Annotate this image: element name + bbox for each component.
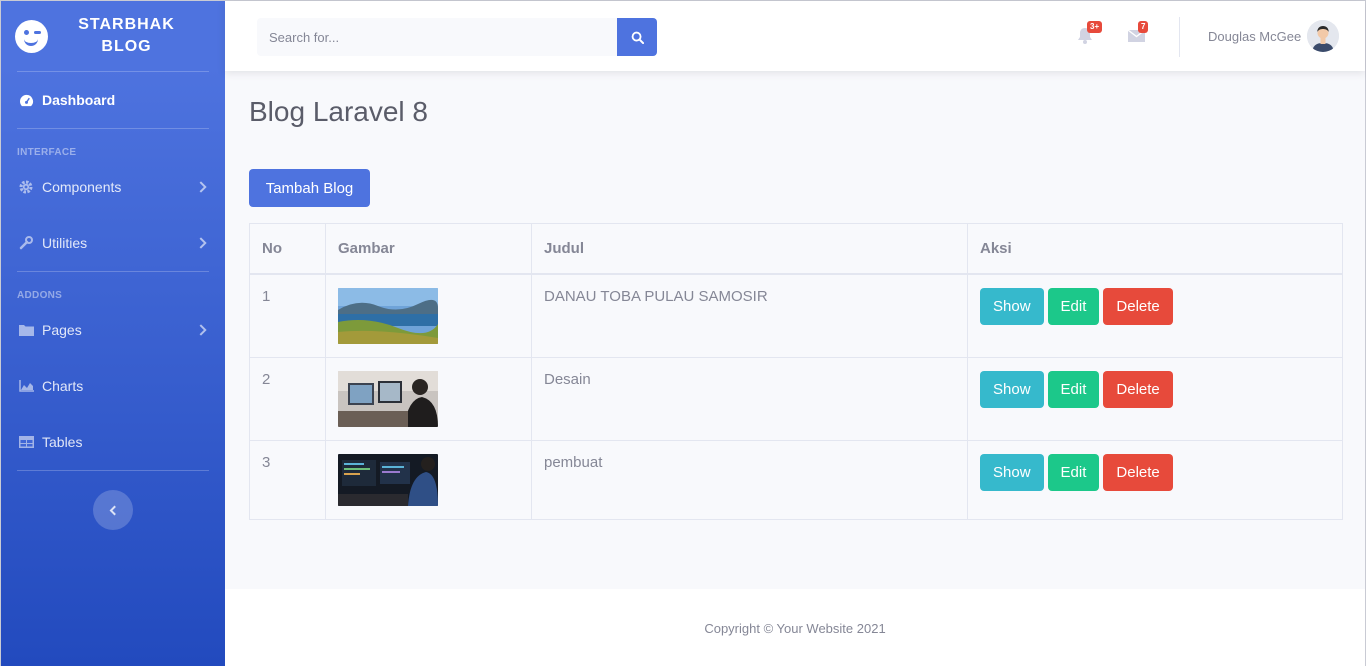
search-icon: [631, 31, 644, 44]
row-actions: Show Edit Delete: [967, 273, 1343, 358]
sidebar-item-label: Pages: [42, 322, 82, 338]
row-number: 1: [249, 273, 326, 358]
footer: Copyright © Your Website 2021: [225, 589, 1365, 666]
user-name[interactable]: Douglas McGee: [1208, 29, 1301, 44]
table-row: 3 pembuat Show Edit Delete: [249, 439, 1343, 520]
sidebar-divider: [17, 470, 209, 471]
page-title: Blog Laravel 8: [249, 96, 429, 127]
edit-button[interactable]: Edit: [1047, 453, 1100, 491]
brand-line-1: STARBHAK: [78, 16, 175, 33]
row-image-cell: [325, 356, 532, 441]
sidebar-item-dashboard[interactable]: Dashboard: [1, 72, 225, 128]
show-button[interactable]: Show: [980, 453, 1044, 491]
row-actions: Show Edit Delete: [967, 439, 1343, 520]
sidebar-heading-addons: ADDONS: [17, 290, 63, 301]
area-chart-icon: [18, 379, 34, 393]
column-header-judul: Judul: [531, 223, 968, 275]
row-title: Desain: [531, 356, 968, 441]
add-blog-button[interactable]: Tambah Blog: [249, 169, 370, 207]
row-actions: Show Edit Delete: [967, 356, 1343, 441]
chevron-right-icon: [195, 237, 207, 249]
sidebar: STARBHAK BLOG Dashboard INTERFACE Compon…: [1, 1, 225, 666]
tachometer-icon: [18, 93, 34, 107]
avatar[interactable]: [1307, 20, 1339, 52]
alerts-badge: 3+: [1087, 21, 1103, 33]
lake-landscape-image: [338, 287, 438, 344]
row-title: DANAU TOBA PULAU SAMOSIR: [531, 273, 968, 358]
chevron-right-icon: [195, 324, 207, 336]
copyright-text: Copyright © Your Website 2021: [704, 620, 886, 636]
sidebar-item-label: Charts: [42, 378, 84, 394]
show-button[interactable]: Show: [980, 370, 1044, 408]
sidebar-item-label: Components: [42, 179, 122, 195]
delete-button[interactable]: Delete: [1103, 287, 1173, 325]
sidebar-item-label: Utilities: [42, 235, 88, 251]
alerts-dropdown[interactable]: 3+: [1077, 21, 1103, 45]
user-avatar-icon: [1307, 20, 1339, 52]
sidebar-item-tables[interactable]: Tables: [1, 414, 225, 470]
delete-button[interactable]: Delete: [1103, 370, 1173, 408]
row-title: pembuat: [531, 439, 968, 520]
search-input[interactable]: [257, 18, 617, 56]
sidebar-toggle-button[interactable]: [93, 490, 133, 530]
table-icon: [18, 435, 34, 449]
sidebar-item-charts[interactable]: Charts: [1, 358, 225, 414]
chevron-left-icon: [109, 505, 120, 515]
sidebar-heading-interface: INTERFACE: [17, 147, 77, 158]
table-row: 1 DANAU TOBA PULAU SAMOSIR Show Edit Delet…: [249, 273, 1343, 358]
gear-icon: [18, 180, 34, 194]
designer-workspace-image: [338, 370, 438, 427]
brand-line-2: BLOG: [101, 38, 152, 55]
row-image-cell: [325, 439, 532, 520]
column-header-no: No: [249, 223, 326, 275]
row-number: 2: [249, 356, 326, 441]
brand[interactable]: STARBHAK BLOG: [1, 1, 225, 71]
folder-icon: [18, 323, 34, 337]
sidebar-item-components[interactable]: Components: [1, 159, 225, 215]
table-row: 2 Desain Show Edit Delete: [249, 356, 1343, 441]
chevron-right-icon: [195, 181, 207, 193]
sidebar-item-label: Tables: [42, 434, 83, 450]
edit-button[interactable]: Edit: [1047, 370, 1100, 408]
search-form: [257, 18, 657, 56]
row-number: 3: [249, 439, 326, 520]
sidebar-item-utilities[interactable]: Utilities: [1, 215, 225, 271]
row-image-cell: [325, 273, 532, 358]
topbar: 3+ 7 Douglas McGee: [225, 1, 1365, 71]
brand-name: STARBHAK BLOG: [48, 14, 225, 58]
messages-badge: 7: [1138, 21, 1149, 33]
edit-button[interactable]: Edit: [1047, 287, 1100, 325]
show-button[interactable]: Show: [980, 287, 1044, 325]
messages-dropdown[interactable]: 7: [1127, 21, 1149, 45]
sidebar-item-pages[interactable]: Pages: [1, 302, 225, 358]
wrench-icon: [18, 236, 34, 250]
column-header-gambar: Gambar: [325, 223, 532, 275]
blog-table: No Gambar Judul Aksi 1 DANAU TOBA PULAU …: [249, 223, 1343, 520]
programmer-desk-image: [338, 453, 438, 506]
topbar-divider: [1179, 17, 1180, 57]
table-header-row: No Gambar Judul Aksi: [249, 223, 1343, 275]
delete-button[interactable]: Delete: [1103, 453, 1173, 491]
wink-face-icon: [15, 19, 48, 53]
search-button[interactable]: [617, 18, 657, 56]
column-header-aksi: Aksi: [967, 223, 1343, 275]
sidebar-item-label: Dashboard: [42, 92, 116, 108]
